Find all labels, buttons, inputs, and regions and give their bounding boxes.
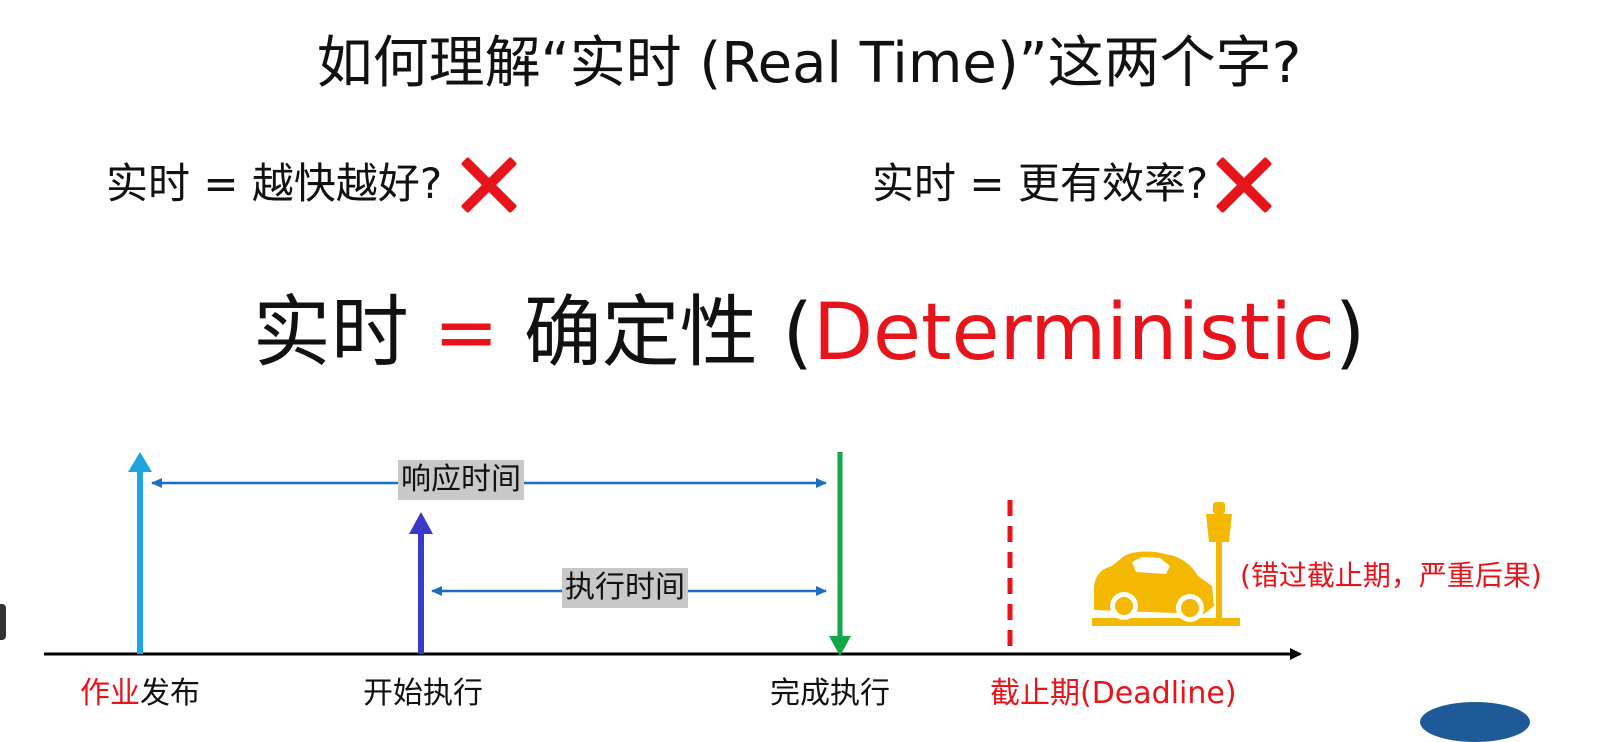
claim-faster-is-better: 实时 = 越快越好? xyxy=(106,159,443,208)
slide-title: 如何理解“实时 (Real Time)”这两个字? xyxy=(316,31,1302,96)
execution-time-label: 执行时间 xyxy=(562,568,688,608)
deadline-label: 截止期(Deadline) xyxy=(990,676,1237,711)
timeline-diagram xyxy=(44,452,1302,660)
definition-paren-close: ) xyxy=(1334,288,1366,378)
car-crash-icon xyxy=(1092,502,1240,626)
response-time-label: 响应时间 xyxy=(398,460,524,500)
definition-lhs: 实时 xyxy=(252,288,409,378)
definition-paren-open: ( xyxy=(782,288,813,378)
side-tab xyxy=(0,604,6,640)
definition-english: Deterministic xyxy=(812,288,1335,378)
consequence-note: (错过截止期，严重后果) xyxy=(1240,559,1542,592)
definition-equals: = xyxy=(433,288,499,378)
definition-rhs: 确定性 xyxy=(523,288,758,378)
finish-execution-arrow xyxy=(829,452,851,656)
job-release-label: 作业发布 xyxy=(80,676,200,711)
finish-execution-label: 完成执行 xyxy=(770,676,890,711)
job-release-arrow xyxy=(128,452,152,654)
corner-logo-fragment xyxy=(1420,702,1530,742)
wrong-cross-icon xyxy=(460,156,518,214)
start-execution-arrow xyxy=(409,512,433,654)
claim-more-efficient: 实时 = 更有效率? xyxy=(872,159,1209,208)
wrong-cross-icon xyxy=(1215,156,1273,214)
start-execution-label: 开始执行 xyxy=(363,676,483,711)
definition: 实时 = 确定性 (Deterministic) xyxy=(0,270,1618,382)
